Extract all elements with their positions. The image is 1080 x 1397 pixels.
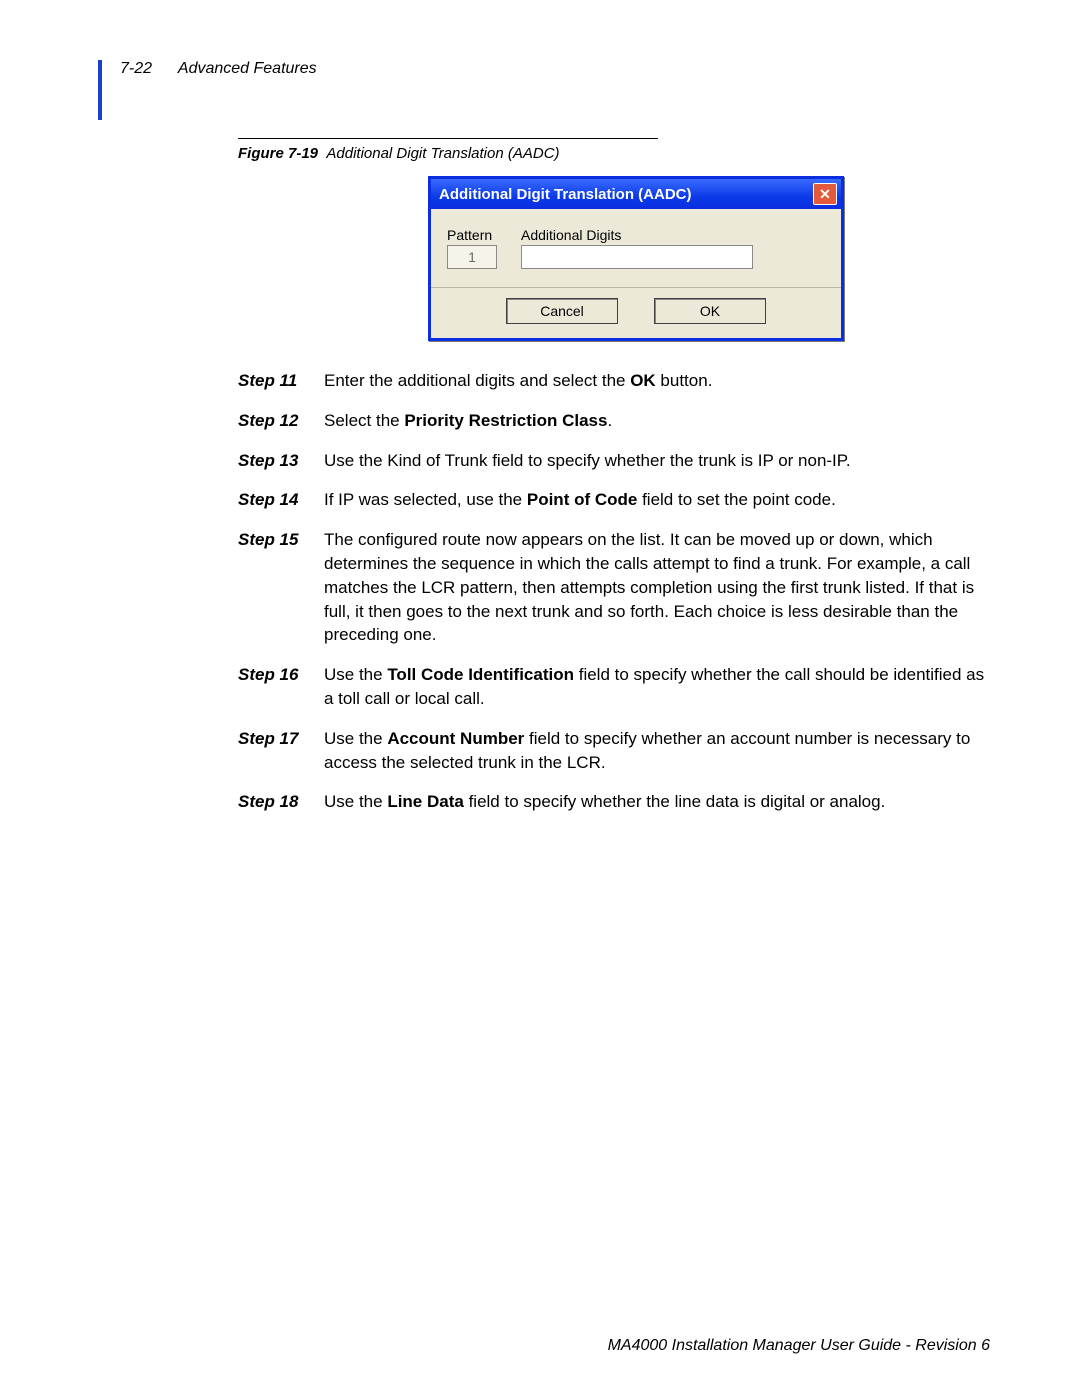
- step-label: Step 13: [238, 449, 324, 473]
- aadc-dialog: Additional Digit Translation (AADC) ✕ Pa…: [428, 176, 844, 341]
- pattern-field: 1: [447, 245, 497, 269]
- step-body: If IP was selected, use the Point of Cod…: [324, 488, 990, 512]
- step-label: Step 15: [238, 528, 324, 647]
- step-body: Use the Kind of Trunk field to specify w…: [324, 449, 990, 473]
- close-icon[interactable]: ✕: [813, 183, 837, 205]
- figure-caption: Figure 7-19 Additional Digit Translation…: [238, 145, 990, 162]
- additional-digits-label: Additional Digits: [521, 227, 753, 243]
- step-body: Select the Priority Restriction Class.: [324, 409, 990, 433]
- step-body: Use the Toll Code Identification field t…: [324, 663, 990, 711]
- cancel-button[interactable]: Cancel: [506, 298, 618, 324]
- dialog-title: Additional Digit Translation (AADC): [439, 186, 692, 203]
- step-body: The configured route now appears on the …: [324, 528, 990, 647]
- page-number: 7-22: [120, 60, 152, 77]
- step-body: Use the Account Number field to specify …: [324, 727, 990, 775]
- step-body: Enter the additional digits and select t…: [324, 369, 990, 393]
- page-header: 7-22 Advanced Features: [120, 60, 990, 78]
- additional-digits-input[interactable]: [521, 245, 753, 269]
- step-label: Step 14: [238, 488, 324, 512]
- step-label: Step 12: [238, 409, 324, 433]
- footer: MA4000 Installation Manager User Guide -…: [608, 1337, 990, 1355]
- step-list: Step 11 Enter the additional digits and …: [238, 369, 990, 814]
- step-label: Step 11: [238, 369, 324, 393]
- step-label: Step 17: [238, 727, 324, 775]
- step-label: Step 16: [238, 663, 324, 711]
- pattern-label: Pattern: [447, 227, 497, 243]
- step-label: Step 18: [238, 790, 324, 814]
- ok-button[interactable]: OK: [654, 298, 766, 324]
- step-body: Use the Line Data field to specify wheth…: [324, 790, 990, 814]
- figure-rule: [238, 138, 658, 139]
- section-title: Advanced Features: [178, 60, 317, 77]
